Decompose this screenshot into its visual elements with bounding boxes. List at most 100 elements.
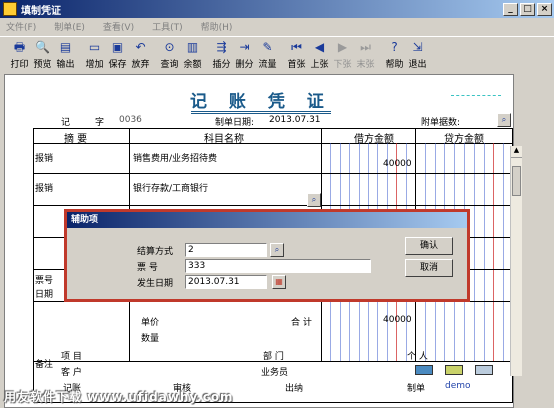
ticket-no-label: 票号 [35, 276, 54, 286]
money-column-line [503, 143, 505, 361]
attach-label: 附单据数: [421, 118, 461, 128]
title-underline [191, 111, 331, 114]
voucher-number-label: 字 [95, 118, 105, 128]
toolbar-save-button[interactable]: ▣ 保存 [106, 38, 129, 70]
menu-bar: 文件(F) 制单(E) 查看(V) 工具(T) 帮助(H) [0, 18, 554, 35]
toolbar-export-button[interactable]: ▤ 输出 [54, 38, 77, 70]
toolbar-last-button[interactable]: ⏭ 末张 [354, 38, 377, 70]
toolbar-add-button[interactable]: ▭ 增加 [83, 38, 106, 70]
attach-search-icon[interactable]: ⌕ [497, 113, 511, 127]
grid-header: 摘 要 科目名称 借方金额 贷方金额 [34, 129, 512, 145]
toolbar-label: 增加 [85, 60, 104, 70]
toolbar-label: 删分 [235, 60, 254, 70]
menu-help[interactable]: 帮助(H) [201, 20, 233, 33]
person-label: 个 人 [407, 352, 428, 362]
toolbar-label: 余额 [183, 60, 202, 70]
toolbar-label: 放弃 [131, 60, 150, 70]
help-icon: ? [391, 40, 398, 54]
col-debit: 借方金额 [354, 134, 394, 145]
attach-guide-line [451, 95, 501, 96]
row1-debit[interactable]: 40000 [383, 159, 412, 169]
close-button[interactable]: × [537, 2, 552, 16]
money-column-line [493, 143, 495, 361]
row2-account[interactable]: 银行存款/工商银行 [133, 181, 208, 194]
toolbar-label: 查询 [160, 60, 179, 70]
settlement-search-icon[interactable]: ⌕ [270, 243, 284, 257]
occur-date-input[interactable]: 2013.07.31 [185, 275, 267, 289]
scroll-up-icon[interactable]: ▲ [511, 146, 522, 158]
toolbar-insert-row-button[interactable]: ⇶ 插分 [210, 38, 233, 70]
toolbar-balance-button[interactable]: ▥ 余额 [181, 38, 204, 70]
settlement-input[interactable]: 2 [185, 243, 267, 257]
toolbar-next-button[interactable]: ▶ 下张 [331, 38, 354, 70]
money-column-line [473, 143, 475, 361]
binoculars-icon: ⊙ [164, 40, 175, 54]
voucher-title: 记 账 凭 证 [190, 92, 332, 112]
insert-row-icon: ⇶ [216, 40, 227, 54]
money-column-line [483, 143, 485, 361]
toolbar-label: 流量 [258, 60, 277, 70]
remark-label: 备注 [35, 360, 54, 370]
ticket-date-label: 日期 [35, 290, 54, 300]
toolbar-exit-button[interactable]: ⇲ 退出 [406, 38, 429, 70]
scroll-thumb[interactable] [512, 166, 521, 196]
ticket-input[interactable]: 333 [185, 259, 371, 273]
toolbar-binoculars-button[interactable]: ⊙ 查询 [158, 38, 181, 70]
voucher-date[interactable]: 2013.07.31 [269, 115, 321, 125]
toolbar-label: 打印 [10, 60, 29, 70]
balance-icon: ▥ [186, 40, 199, 54]
toolbar-delete-row-button[interactable]: ⇥ 删分 [233, 38, 256, 70]
toolbar-label: 首张 [287, 60, 306, 70]
menu-tools[interactable]: 工具(T) [152, 20, 183, 33]
maker-name: demo [445, 381, 471, 391]
note-icon[interactable] [445, 365, 463, 375]
title-bar: 填制凭证 _ □ × [0, 0, 554, 18]
toolbar: 🖶 打印 🔍 预览 ▤ 输出 ▭ 增加 ▣ 保存 ↶ 放弃 ⊙ 查询 ▥ 余额 ⇶ 插分 ⇥ 删分 ✎ 流量 ⏮ 首张 ◀ 上张 ▶… [0, 36, 554, 70]
exit-icon: ⇲ [412, 40, 423, 54]
calendar-icon[interactable]: ▦ [272, 275, 286, 289]
window-title: 填制凭证 [21, 5, 61, 17]
toolbar-help-button[interactable]: ? 帮助 [383, 38, 406, 70]
salesman-label: 业务员 [261, 368, 289, 378]
toolbar-printer-button[interactable]: 🖶 打印 [8, 38, 31, 70]
project-label: 项 目 [61, 352, 82, 362]
vertical-scrollbar[interactable]: ▲ [510, 146, 522, 376]
row1-account[interactable]: 销售费用/业务招待费 [133, 151, 217, 164]
printer-icon: 🖶 [13, 40, 26, 54]
menu-file[interactable]: 文件(F) [6, 20, 36, 33]
toolbar-label: 输出 [56, 60, 75, 70]
list-icon[interactable] [475, 365, 493, 375]
toolbar-flow-button[interactable]: ✎ 流量 [256, 38, 279, 70]
add-icon: ▭ [88, 40, 101, 54]
undo-icon: ↶ [135, 40, 146, 54]
dialog-title: 辅助项 [67, 212, 467, 228]
cancel-button[interactable]: 取消 [405, 259, 453, 277]
toolbar-preview-button[interactable]: 🔍 预览 [31, 38, 54, 70]
menu-voucher[interactable]: 制单(E) [54, 20, 85, 33]
next-icon: ▶ [337, 40, 348, 54]
row1-summary[interactable]: 报销 [35, 151, 53, 164]
account-search-icon[interactable]: ⌕ [307, 193, 321, 207]
price-label: 单价 [141, 318, 160, 328]
voucher-number: 0036 [119, 115, 142, 125]
col-account: 科目名称 [204, 134, 244, 145]
toolbar-undo-button[interactable]: ↶ 放弃 [129, 38, 152, 70]
minimize-button[interactable]: _ [503, 2, 518, 16]
footer-cashier-label: 出纳 [285, 384, 304, 394]
app-icon [3, 2, 17, 16]
confirm-button[interactable]: 确认 [405, 237, 453, 255]
card-icon[interactable] [415, 365, 433, 375]
toolbar-label: 退出 [408, 60, 427, 70]
toolbar-prev-button[interactable]: ◀ 上张 [308, 38, 331, 70]
menu-view[interactable]: 查看(V) [103, 20, 134, 33]
toolbar-label: 插分 [212, 60, 231, 70]
toolbar-first-button[interactable]: ⏮ 首张 [285, 38, 308, 70]
flow-icon: ✎ [262, 40, 273, 54]
prev-icon: ◀ [314, 40, 325, 54]
toolbar-label: 上张 [310, 60, 329, 70]
date-label: 制单日期: [215, 118, 255, 128]
ticket-label: 票 号 [137, 263, 158, 273]
maximize-button[interactable]: □ [520, 2, 535, 16]
voucher-type: 记 [61, 118, 71, 128]
row2-summary[interactable]: 报销 [35, 181, 53, 194]
